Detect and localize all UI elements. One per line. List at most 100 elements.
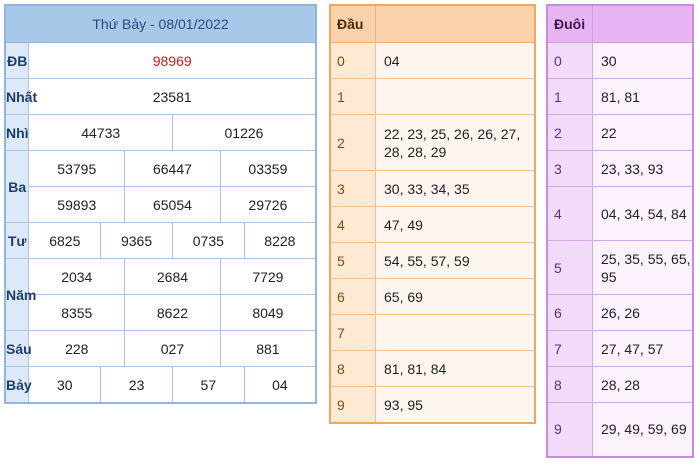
third-prize-number: 03359 (219, 150, 317, 187)
seventh-prize-number: 30 (28, 366, 102, 404)
duoi-values: 22 (592, 114, 694, 151)
fifth-prize-number: 2684 (124, 258, 221, 295)
duoi-values: 28, 28 (592, 366, 694, 403)
fifth-prize-number: 8622 (124, 294, 221, 331)
duoi-values: 29, 49, 59, 69 (592, 402, 694, 457)
dau-values: 54, 55, 57, 59 (375, 242, 536, 279)
duoi-header: Đuôi (546, 4, 593, 43)
prize-row-db: ĐB 98969 (4, 42, 317, 79)
duoi-row: 9 29, 49, 59, 69 (546, 402, 694, 457)
dau-values: 30, 33, 34, 35 (375, 170, 536, 207)
duoi-key: 0 (546, 42, 593, 79)
third-prize-number: 65054 (124, 186, 221, 223)
third-prize-number: 29726 (219, 186, 317, 223)
first-prize-number: 23581 (28, 78, 317, 115)
prize-label-nhi: Nhì (4, 114, 30, 151)
duoi-key: 4 (546, 186, 593, 241)
duoi-key: 6 (546, 294, 593, 331)
dau-values: 04 (375, 42, 536, 79)
duoi-row: 3 23, 33, 93 (546, 150, 694, 187)
dau-row: 9 93, 95 (329, 386, 536, 424)
duoi-values: 23, 33, 93 (592, 150, 694, 187)
duoi-key: 5 (546, 240, 593, 295)
duoi-row: 5 25, 35, 55, 65, 95 (546, 240, 694, 295)
dau-row: 7 (329, 314, 536, 351)
dau-key: 6 (329, 278, 376, 315)
dau-key: 2 (329, 114, 376, 171)
duoi-key: 9 (546, 402, 593, 457)
fourth-prize-number: 0735 (171, 222, 245, 259)
dau-table: Đầu 0 04 1 2 22, 23, 25, 26, 26, 27, 28, 2… (329, 4, 536, 424)
dau-values (375, 78, 536, 115)
fourth-prize-number: 8228 (243, 222, 317, 259)
sixth-prize-number: 228 (28, 330, 126, 367)
sixth-prize-number: 027 (124, 330, 221, 367)
dau-row: 8 81, 81, 84 (329, 350, 536, 387)
third-prize-number: 66447 (124, 150, 221, 187)
dau-header-values (375, 4, 536, 43)
dau-key: 1 (329, 78, 376, 115)
duoi-values: 26, 26 (592, 294, 694, 331)
dau-values: 65, 69 (375, 278, 536, 315)
fourth-prize-number: 9365 (100, 222, 173, 259)
dau-key: 7 (329, 314, 376, 351)
prize-row-bay: Bảy 30 23 57 04 (4, 366, 317, 404)
dau-row: 0 04 (329, 42, 536, 79)
prize-row-ba-2: 59893 65054 29726 (5, 186, 317, 223)
dau-key: 3 (329, 170, 376, 207)
fifth-prize-number: 2034 (28, 258, 126, 295)
duoi-row: 6 26, 26 (546, 294, 694, 331)
dau-values: 22, 23, 25, 26, 26, 27, 28, 28, 29 (375, 114, 536, 171)
dau-row: 4 47, 49 (329, 206, 536, 243)
fifth-prize-number: 7729 (219, 258, 317, 295)
second-prize-number: 44733 (28, 114, 173, 151)
duoi-key: 7 (546, 330, 593, 367)
duoi-key: 8 (546, 366, 593, 403)
duoi-key: 2 (546, 114, 593, 151)
seventh-prize-number: 57 (171, 366, 245, 404)
dau-key: 0 (329, 42, 376, 79)
duoi-values: 25, 35, 55, 65, 95 (592, 240, 694, 295)
results-title: Thứ Bảy - 08/01/2022 (4, 4, 317, 43)
prize-label-ba: Ba (4, 150, 30, 223)
dau-key: 4 (329, 206, 376, 243)
fifth-prize-number: 8049 (219, 294, 317, 331)
prize-label-nam: Năm (4, 258, 36, 331)
duoi-row: 1 81, 81 (546, 78, 694, 115)
seventh-prize-number: 23 (100, 366, 173, 404)
prize-label-db: ĐB (4, 42, 30, 79)
dau-header: Đầu (329, 4, 376, 43)
results-table: Thứ Bảy - 08/01/2022 ĐB 98969 Nhất 23581… (4, 4, 317, 404)
duoi-values: 27, 47, 57 (592, 330, 694, 367)
special-prize-number: 98969 (28, 42, 317, 79)
dau-values: 81, 81, 84 (375, 350, 536, 387)
duoi-row: 2 22 (546, 114, 694, 151)
third-prize-number: 59893 (28, 186, 126, 223)
dau-row: 3 30, 33, 34, 35 (329, 170, 536, 207)
sixth-prize-number: 881 (219, 330, 317, 367)
prize-label-tu: Tư (4, 222, 30, 259)
seventh-prize-number: 04 (243, 366, 317, 404)
duoi-key: 3 (546, 150, 593, 187)
dau-key: 5 (329, 242, 376, 279)
dau-values (375, 314, 536, 351)
prize-row-nam-2: 8355 8622 8049 (5, 294, 317, 331)
duoi-table: Đuôi 0 30 1 81, 81 2 22 3 23, 33, 93 4 04, 34… (546, 4, 694, 458)
prize-label-sau: Sáu (4, 330, 32, 367)
prize-row-ba: Ba 53795 66447 03359 (4, 150, 317, 223)
dau-row: 6 65, 69 (329, 278, 536, 315)
prize-row-tu: Tư 6825 9365 0735 8228 (4, 222, 317, 259)
dau-row: 5 54, 55, 57, 59 (329, 242, 536, 279)
duoi-values: 30 (592, 42, 694, 79)
duoi-row: 0 30 (546, 42, 694, 79)
duoi-values: 04, 34, 54, 84 (592, 186, 694, 241)
second-prize-number: 01226 (171, 114, 317, 151)
dau-row: 2 22, 23, 25, 26, 26, 27, 28, 28, 29 (329, 114, 536, 171)
prize-row-nhat: Nhất 23581 (4, 78, 317, 115)
third-prize-number: 53795 (28, 150, 126, 187)
duoi-key: 1 (546, 78, 593, 115)
duoi-header-values (592, 4, 694, 43)
prize-row-nhi: Nhì 44733 01226 (4, 114, 317, 151)
duoi-values: 81, 81 (592, 78, 694, 115)
prize-label-nhat: Nhất (4, 78, 37, 115)
